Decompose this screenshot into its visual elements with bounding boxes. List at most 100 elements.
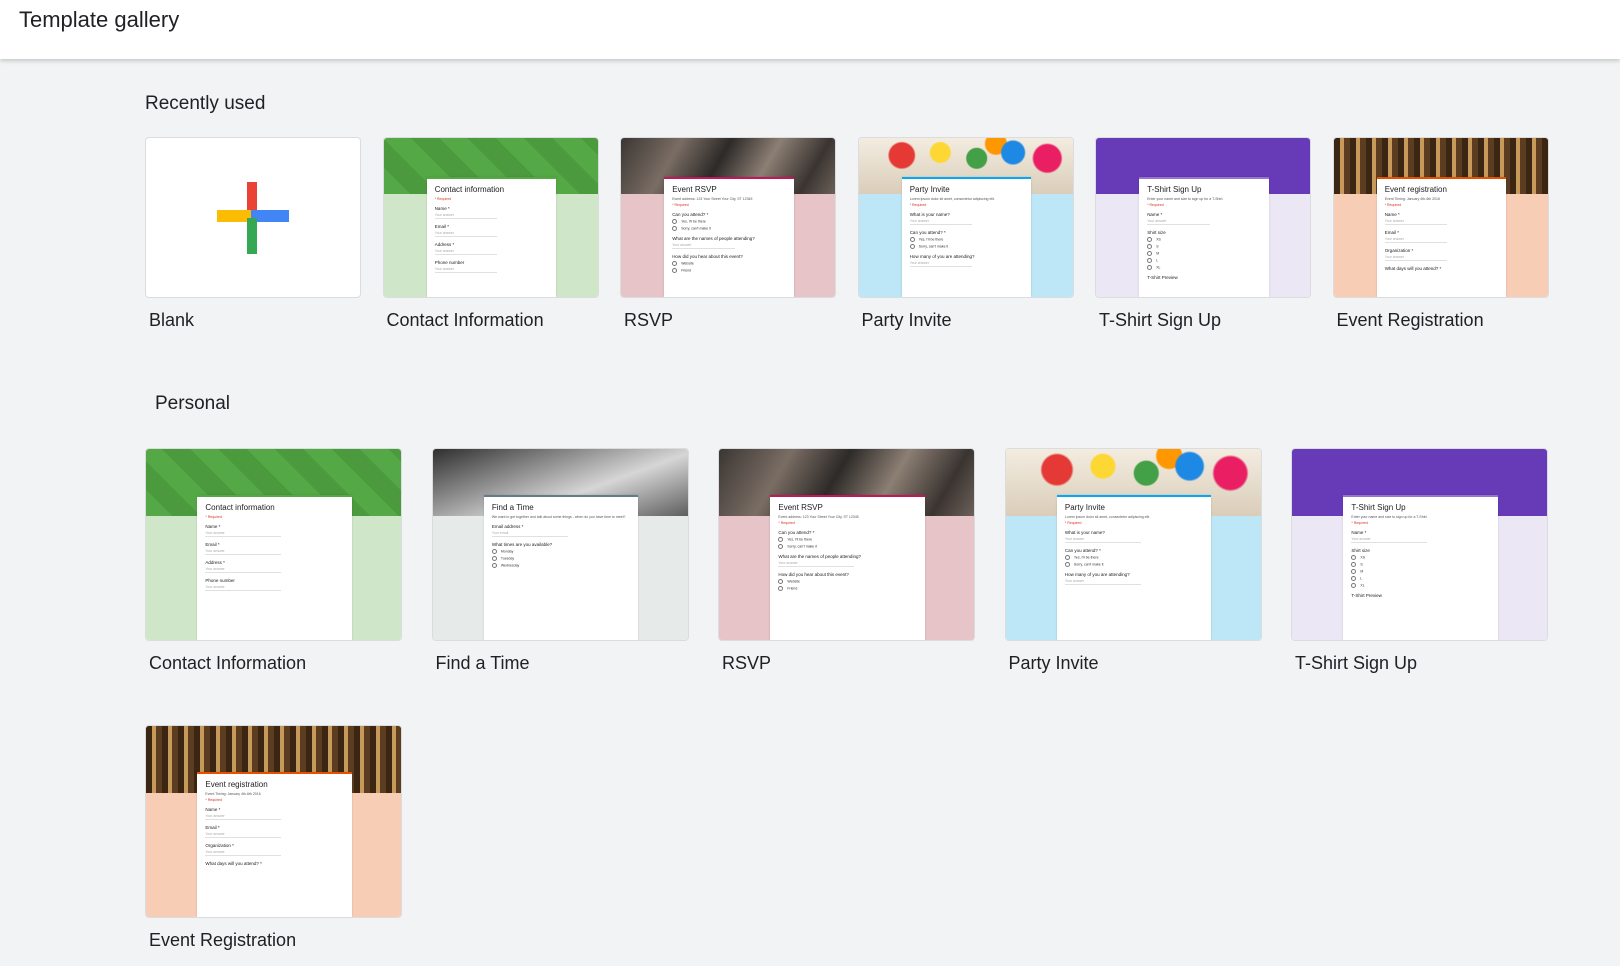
template-label[interactable]: RSVP [722,653,771,674]
field-answer-placeholder: Your answer [1384,255,1448,261]
template-label[interactable]: RSVP [624,310,673,331]
field-label: What days will you attend? * [1384,265,1442,271]
template-thumbnail[interactable]: Party Invite Lorem ipsum dolor sit amet, … [1004,448,1262,641]
field-label: Email * [205,825,220,831]
form-preview: Contact information * Required Name * Your … [426,176,557,297]
field-option: Website [778,579,916,584]
field-answer-placeholder: Your answer [909,261,973,267]
template-thumbnail[interactable]: T-Shirt Sign Up Enter your name and size … [1291,448,1548,641]
template-label[interactable]: Event Registration [149,930,296,951]
template-label[interactable]: Party Invite [862,310,952,331]
field-option: Wednesday [492,563,630,568]
field-label: Phone number [205,578,235,584]
template-thumbnail[interactable] [145,137,361,298]
field-option: Friend [672,268,786,273]
template-thumbnail[interactable]: Party Invite Lorem ipsum dolor sit amet, … [857,137,1074,298]
form-title: Event RSVP [672,184,717,194]
field-option: M [1147,251,1261,256]
form-preview: Contact information * Required Name * Your … [197,495,352,640]
field-label: Can you attend? * [778,530,815,536]
field-answer-placeholder: Your answer [672,243,735,249]
form-description: Enter your name and size to sign up for … [1147,196,1224,201]
field-option: Sorry, can't make it [910,244,1024,249]
form-title: Party Invite [909,184,950,194]
template-label[interactable]: Party Invite [1009,653,1099,674]
template-card-tshirt[interactable]: T-Shirt Sign Up Enter your name and size … [1095,137,1311,338]
form-title: Event registration [1384,184,1447,194]
template-label[interactable]: Contact Information [387,310,544,331]
template-label[interactable]: Event Registration [1337,310,1484,331]
template-card-rsvp[interactable]: Event RSVP Event address: 123 Your Street… [718,448,975,681]
template-label[interactable]: Blank [149,310,194,331]
template-card-rsvp[interactable]: Event RSVP Event address: 123 Your Street… [620,137,836,338]
field-answer-placeholder: Your answer [1147,219,1210,225]
form-title: Contact information [434,184,505,194]
form-preview: Event RSVP Event address: 123 Your Street… [664,176,794,297]
field-answer-placeholder: Your answer [205,850,282,857]
required-note: * Required [1384,202,1402,207]
template-card-tshirt[interactable]: T-Shirt Sign Up Enter your name and size … [1291,448,1548,681]
template-card-contact[interactable]: Contact information * Required Name * Your … [382,137,599,338]
template-card-party[interactable]: Party Invite Lorem ipsum dolor sit amet, … [1004,448,1262,681]
form-description: Event address: 123 Your Street Your City… [778,515,859,520]
section-personal: Personal [155,393,230,414]
form-title: Event RSVP [778,503,823,513]
form-title: Event registration [205,780,268,790]
field-option: Yes, I'll be there [1065,555,1203,560]
template-thumbnail[interactable]: Contact information * Required Name * Your … [145,448,402,641]
field-label: How many of you are attending? [1064,572,1130,578]
template-thumbnail[interactable]: Find a Time We want to get together and t… [431,448,689,641]
field-label: How did you hear about this event? [672,253,743,259]
template-card-blank[interactable]: Blank [145,137,361,338]
field-option: Sorry, can't make it [1065,562,1203,567]
field-label: Email * [1384,229,1399,235]
section-recently-used: Recently used [145,93,266,114]
required-note: * Required [1147,202,1164,207]
field-label: Name * [1384,211,1400,217]
field-label: Address * [434,241,455,247]
field-answer-placeholder: Your answer [909,219,973,225]
template-card-event[interactable]: Event registration Event Timing: January … [145,725,402,958]
field-option: Yes, I'll be there [910,237,1024,242]
field-label: Phone number [434,259,465,265]
page-title: Template gallery [19,7,180,32]
field-label: Can you attend? * [672,211,709,217]
field-option: L [1147,258,1261,263]
field-option: Yes, I'll be there [672,219,786,224]
field-option: Tuesday [492,556,630,561]
template-card-contact[interactable]: Contact information * Required Name * Your … [145,448,402,681]
template-card-party[interactable]: Party Invite Lorem ipsum dolor sit amet, … [857,137,1074,338]
field-label: T-Shirt Preview [1351,593,1382,599]
template-thumbnail[interactable]: Event registration Event Timing: January … [1332,137,1549,298]
field-answer-placeholder: Your answer [778,561,855,568]
field-option: M [1351,569,1489,574]
required-note: * Required [778,521,795,526]
form-description: Enter your name and size to sign up for … [1351,515,1428,520]
field-label: What days will you attend? * [205,861,262,867]
template-card-event[interactable]: Event registration Event Timing: January … [1332,137,1549,338]
template-thumbnail[interactable]: Contact information * Required Name * Your … [382,137,599,298]
field-option: XS [1147,237,1261,242]
form-title: Find a Time [491,503,534,513]
field-option: S [1147,244,1261,249]
template-label[interactable]: Find a Time [436,653,530,674]
field-label: Can you attend? * [909,229,946,235]
template-label[interactable]: T-Shirt Sign Up [1295,653,1417,674]
template-thumbnail[interactable]: Event registration Event Timing: January … [145,725,402,918]
form-preview: Event RSVP Event address: 123 Your Street… [770,495,925,640]
required-note: * Required [672,202,689,207]
field-label: Organization * [205,843,234,849]
field-option: Yes, I'll be there [778,537,916,542]
template-label[interactable]: T-Shirt Sign Up [1099,310,1221,331]
template-thumbnail[interactable]: Event RSVP Event address: 123 Your Street… [718,448,975,641]
field-answer-placeholder: Your answer [205,531,282,538]
form-description: Event Timing: January 4th-6th 2016 [1384,196,1440,201]
template-label[interactable]: Contact Information [149,653,306,674]
template-card-findtime[interactable]: Find a Time We want to get together and t… [431,448,689,681]
template-thumbnail[interactable]: Event RSVP Event address: 123 Your Street… [620,137,836,298]
template-thumbnail[interactable]: T-Shirt Sign Up Enter your name and size … [1095,137,1311,298]
form-preview: Event registration Event Timing: January … [197,772,352,917]
field-label: How did you hear about this event? [778,572,849,578]
field-label: Name * [205,807,221,813]
form-title: Party Invite [1064,503,1105,513]
